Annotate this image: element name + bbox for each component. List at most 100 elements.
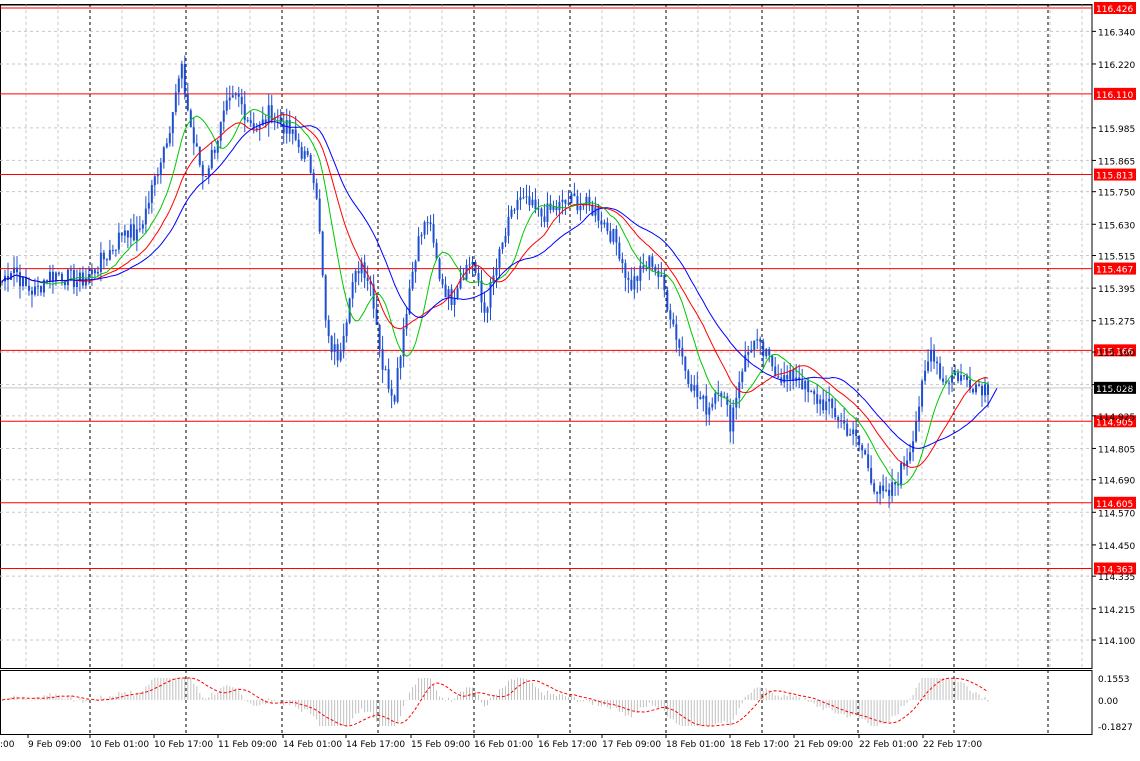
y-tick-label: 114.690 bbox=[1098, 477, 1135, 487]
candle-body bbox=[228, 97, 231, 101]
candle-body bbox=[648, 256, 651, 269]
candle-body bbox=[687, 370, 690, 385]
y-tick-label: 116.340 bbox=[1098, 28, 1135, 38]
candle-body bbox=[768, 349, 771, 356]
candle-body bbox=[432, 224, 435, 243]
candle-body bbox=[603, 222, 606, 225]
level-label: 114.605 bbox=[1096, 500, 1133, 510]
y-tick-label: 115.985 bbox=[1098, 125, 1135, 135]
candle-body bbox=[177, 78, 180, 93]
candle-body bbox=[573, 193, 576, 197]
candle-body bbox=[552, 206, 555, 210]
y-tick-label: 116.220 bbox=[1098, 61, 1135, 71]
candle-body bbox=[891, 482, 894, 496]
candle-body bbox=[21, 276, 24, 287]
candle-body bbox=[414, 261, 417, 272]
x-tick-label: 11 Feb 09:00 bbox=[218, 740, 277, 750]
candle-body bbox=[330, 336, 333, 352]
candle-body bbox=[897, 484, 900, 486]
candle-body bbox=[651, 256, 654, 267]
y-tick-label: 115.395 bbox=[1098, 285, 1135, 295]
candle-body bbox=[366, 278, 369, 281]
x-tick-label: 21 Feb 09:00 bbox=[794, 740, 853, 750]
candle-body bbox=[483, 302, 486, 313]
candle-body bbox=[576, 196, 579, 211]
candle-body bbox=[522, 197, 525, 199]
candle-body bbox=[936, 361, 939, 364]
candle-body bbox=[27, 285, 30, 291]
candle-body bbox=[624, 263, 627, 278]
candle-body bbox=[18, 272, 21, 287]
candle-body bbox=[186, 94, 189, 111]
candle-body bbox=[879, 485, 882, 494]
candle-body bbox=[12, 267, 15, 274]
candle-body bbox=[120, 232, 123, 236]
candle-body bbox=[633, 276, 636, 290]
candle-body bbox=[663, 275, 666, 291]
candle-body bbox=[225, 100, 228, 111]
candle-body bbox=[852, 429, 855, 435]
candle-body bbox=[384, 369, 387, 371]
candle-body bbox=[840, 420, 843, 422]
candle-body bbox=[306, 151, 309, 155]
candle-body bbox=[258, 125, 261, 129]
candle-body bbox=[714, 393, 717, 404]
candle-body bbox=[51, 271, 54, 281]
candle-body bbox=[399, 356, 402, 369]
candle-body bbox=[963, 375, 966, 377]
candle-body bbox=[762, 341, 765, 357]
candle-body bbox=[321, 231, 324, 276]
candle-body bbox=[810, 391, 813, 393]
candle-body bbox=[939, 363, 942, 379]
candle-body bbox=[894, 482, 897, 485]
candle-body bbox=[816, 394, 819, 404]
candle-body bbox=[870, 468, 873, 484]
candle-body bbox=[357, 270, 360, 274]
candle-body bbox=[675, 324, 678, 340]
candle-body bbox=[837, 417, 840, 421]
candle-body bbox=[792, 370, 795, 382]
level-label: 116.110 bbox=[1096, 91, 1133, 101]
candle-body bbox=[9, 273, 12, 280]
osc-tick-label: 0.00 bbox=[1098, 697, 1118, 707]
candle-body bbox=[75, 281, 78, 287]
candle-body bbox=[876, 491, 879, 494]
candle-body bbox=[657, 270, 660, 277]
candle-body bbox=[726, 396, 729, 405]
candle-body bbox=[834, 408, 837, 418]
candle-body bbox=[429, 222, 432, 225]
candle-body bbox=[144, 208, 147, 225]
candle-body bbox=[351, 282, 354, 299]
candle-body bbox=[204, 176, 207, 178]
price-chart[interactable]: 116.426116.110115.813115.467115.166114.9… bbox=[0, 0, 1140, 757]
candle-body bbox=[105, 259, 108, 261]
candle-body bbox=[450, 289, 453, 305]
candle-body bbox=[153, 176, 156, 186]
candle-body bbox=[327, 319, 330, 337]
x-tick-label: 14 Feb 01:00 bbox=[283, 740, 342, 750]
candle-body bbox=[921, 380, 924, 407]
candle-body bbox=[807, 380, 810, 393]
y-tick-label: 114.805 bbox=[1098, 445, 1135, 455]
candle-body bbox=[579, 205, 582, 211]
candle-body bbox=[444, 284, 447, 298]
level-label: 115.467 bbox=[1096, 266, 1133, 276]
candle-body bbox=[801, 380, 804, 390]
candle-body bbox=[237, 93, 240, 97]
candle-body bbox=[534, 199, 537, 210]
candle-body bbox=[438, 258, 441, 280]
candle-body bbox=[660, 275, 663, 277]
level-label: 115.813 bbox=[1096, 172, 1133, 182]
y-tick-label: 115.630 bbox=[1098, 221, 1135, 231]
candle-body bbox=[267, 105, 270, 124]
candle-body bbox=[30, 290, 33, 295]
candle-body bbox=[453, 297, 456, 305]
candle-body bbox=[315, 183, 318, 199]
candle-body bbox=[618, 242, 621, 259]
candle-body bbox=[849, 434, 852, 436]
candle-body bbox=[90, 269, 93, 275]
candle-body bbox=[831, 398, 834, 409]
chart-window[interactable]: 116.426 116.110 115.813 115.467 115.166 114.9… bbox=[0, 0, 1140, 757]
candle-body bbox=[585, 196, 588, 206]
candle-body bbox=[333, 344, 336, 352]
